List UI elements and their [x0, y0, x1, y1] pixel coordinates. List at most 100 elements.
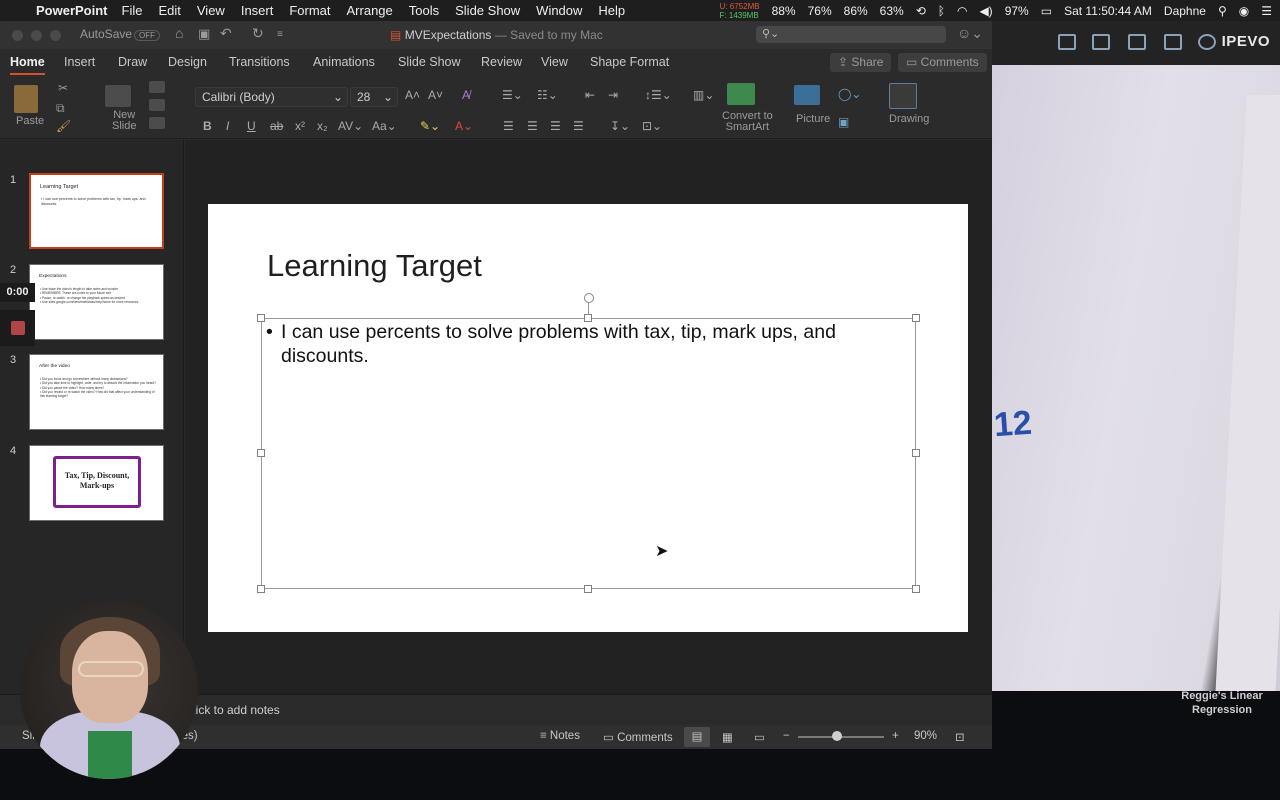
zoom-slider-knob[interactable]	[832, 731, 842, 741]
siri-icon[interactable]: ◉	[1239, 4, 1249, 18]
resize-handle-e[interactable]	[912, 449, 920, 457]
redo-icon[interactable]: ↻	[252, 25, 264, 42]
zoom-in-button[interactable]: +	[892, 730, 899, 742]
resize-handle-nw[interactable]	[257, 314, 265, 322]
align-center-button[interactable]: ☰	[527, 119, 538, 133]
columns-button[interactable]: ▥⌄	[693, 88, 714, 102]
paste-icon[interactable]	[14, 85, 38, 113]
menu-edit[interactable]: Edit	[158, 3, 180, 18]
slide-title[interactable]: Learning Target	[267, 248, 482, 284]
slide-thumbnail-2[interactable]: Expectations • Use twice the video's len…	[29, 264, 164, 340]
italic-button[interactable]: I	[226, 119, 229, 133]
stat-3[interactable]: 86%	[844, 4, 868, 18]
resize-handle-sw[interactable]	[257, 585, 265, 593]
tab-slide-show[interactable]: Slide Show	[398, 55, 461, 69]
resize-handle-ne[interactable]	[912, 314, 920, 322]
webcam-overlay[interactable]	[20, 601, 198, 779]
stat-2[interactable]: 76%	[808, 4, 832, 18]
section-icon[interactable]	[149, 117, 165, 129]
align-right-button[interactable]: ☰	[550, 119, 561, 133]
volume-icon[interactable]: ◀)	[979, 4, 992, 18]
menu-slide-show[interactable]: Slide Show	[455, 3, 520, 18]
zoom-window-button[interactable]	[50, 30, 61, 41]
slide-thumbnail-4[interactable]: Tax, Tip, Discount, Mark-ups	[29, 445, 164, 521]
new-slide-label[interactable]: New Slide	[112, 110, 136, 132]
subscript-button[interactable]: x₂	[317, 119, 328, 133]
font-color-button[interactable]: A⌄	[455, 119, 473, 133]
menu-file[interactable]: File	[122, 3, 143, 18]
stat-cpu[interactable]: 88%	[772, 4, 796, 18]
close-window-button[interactable]	[12, 30, 23, 41]
drawing-icon[interactable]	[889, 83, 917, 109]
pip-icon[interactable]	[1128, 34, 1146, 50]
convert-smartart-button[interactable]: Convert to SmartArt	[722, 111, 773, 133]
fit-to-window-button[interactable]: ⊡	[955, 730, 965, 744]
new-slide-icon[interactable]	[105, 85, 131, 107]
layout-icon[interactable]	[149, 81, 165, 93]
superscript-button[interactable]: x²	[295, 119, 305, 133]
text-direction-button[interactable]: ↧⌄	[610, 119, 630, 133]
smartart-icon[interactable]	[727, 83, 755, 105]
tab-view[interactable]: View	[541, 55, 568, 69]
resize-handle-s[interactable]	[584, 585, 592, 593]
menu-view[interactable]: View	[197, 3, 225, 18]
slide-show-button[interactable]: ▭	[754, 730, 765, 744]
resize-handle-se[interactable]	[912, 585, 920, 593]
time-machine-icon[interactable]: ⟲	[916, 4, 926, 18]
underline-button[interactable]: U	[247, 119, 256, 133]
menu-insert[interactable]: Insert	[241, 3, 274, 18]
slide-sorter-button[interactable]: ▦	[722, 730, 733, 744]
menu-format[interactable]: Format	[289, 3, 330, 18]
font-name-select[interactable]: Calibri (Body) ⌄	[195, 87, 348, 107]
home-icon[interactable]: ⌂	[175, 25, 183, 41]
bullet-text[interactable]: I can use percents to solve problems wit…	[281, 320, 866, 368]
smiley-feedback-icon[interactable]: ☺⌄	[957, 25, 983, 42]
undo-icon[interactable]: ↶	[220, 25, 232, 42]
character-spacing-button[interactable]: AV⌄	[338, 119, 363, 133]
bullet-item[interactable]: • I can use percents to solve problems w…	[266, 320, 866, 368]
notes-button[interactable]: ≡ Notes	[540, 730, 580, 742]
autosave-toggle[interactable]: OFF	[134, 30, 160, 41]
popout-icon[interactable]	[1058, 34, 1076, 50]
menu-window[interactable]: Window	[536, 3, 582, 18]
memory-monitor[interactable]: U: 6752MB F: 1439MB	[720, 2, 760, 20]
zoom-out-button[interactable]: −	[783, 730, 790, 742]
copy-icon[interactable]: ⧉	[56, 101, 65, 116]
tab-animations[interactable]: Animations	[313, 55, 375, 69]
tab-transitions[interactable]: Transitions	[229, 55, 290, 69]
split-view-icon[interactable]	[1092, 34, 1110, 50]
tab-review[interactable]: Review	[481, 55, 522, 69]
highlight-color-button[interactable]: ✎⌄	[420, 119, 440, 133]
justify-button[interactable]: ☰	[573, 119, 584, 133]
menu-arrange[interactable]: Arrange	[347, 3, 393, 18]
font-size-select[interactable]: 28 ⌄	[350, 87, 398, 107]
tab-home[interactable]: Home	[10, 55, 45, 75]
cut-icon[interactable]: ✂	[58, 81, 68, 95]
battery-percent[interactable]: 97%	[1005, 4, 1029, 18]
change-case-button[interactable]: Aa⌄	[372, 119, 397, 133]
shapes-button[interactable]: ◯⌄	[838, 87, 861, 101]
picture-icon[interactable]	[794, 85, 820, 105]
wifi-icon[interactable]: ◠	[957, 4, 967, 18]
normal-view-button[interactable]: ▤	[684, 727, 710, 747]
current-slide[interactable]: Learning Target • I can use percents to …	[208, 204, 968, 632]
paste-label[interactable]: Paste	[16, 115, 44, 127]
share-button[interactable]: ⇪ Share	[830, 53, 892, 72]
clock[interactable]: Sat 11:50:44 AM	[1064, 4, 1152, 18]
battery-icon[interactable]: ▭	[1041, 4, 1052, 18]
menu-tools[interactable]: Tools	[409, 3, 439, 18]
add-window-icon[interactable]	[1164, 34, 1182, 50]
control-center-icon[interactable]: ☰	[1261, 4, 1272, 18]
align-text-button[interactable]: ⊡⌄	[642, 119, 662, 133]
search-input[interactable]: ⚲⌄	[756, 26, 946, 43]
decrease-indent-button[interactable]: ⇤	[585, 88, 595, 102]
slide-thumbnail-1[interactable]: Learning Target • I can use percents to …	[29, 173, 164, 249]
format-painter-icon[interactable]: 🖌	[56, 119, 71, 133]
spotlight-icon[interactable]: ⚲	[1218, 4, 1227, 18]
picture-button[interactable]: Picture	[796, 113, 830, 125]
tab-shape-format[interactable]: Shape Format	[590, 55, 669, 69]
minimize-window-button[interactable]	[31, 30, 42, 41]
notes-placeholder[interactable]: lick to add notes	[193, 703, 280, 717]
reset-icon[interactable]	[149, 99, 165, 111]
slide-thumbnail-3[interactable]: After the video • Did you focus and go s…	[29, 354, 164, 430]
